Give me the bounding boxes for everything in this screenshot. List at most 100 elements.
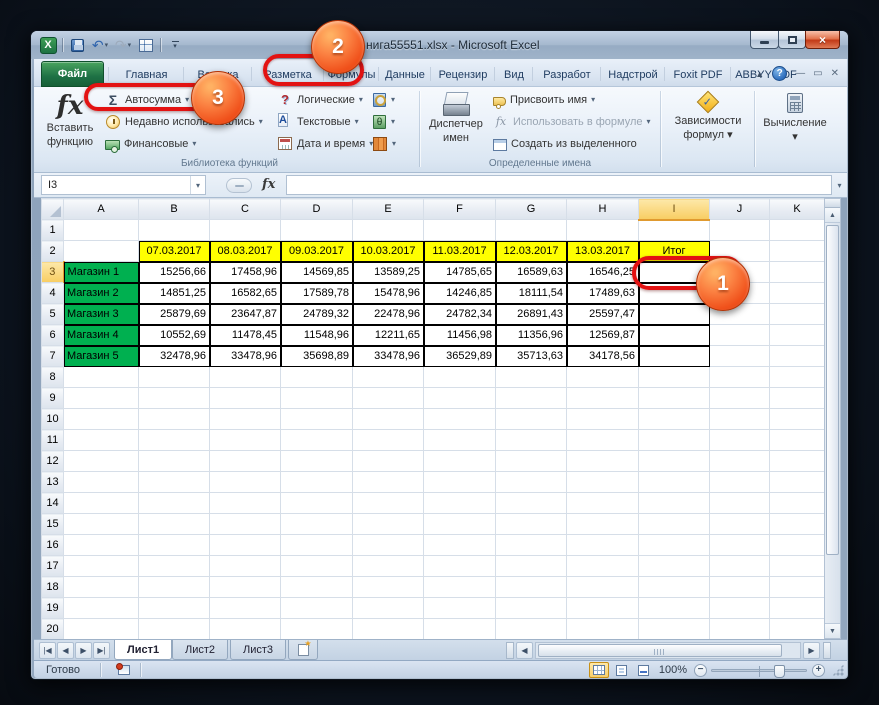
row-header-10[interactable]: 10	[42, 409, 64, 430]
cell-F17[interactable]	[424, 556, 496, 577]
cell-D1[interactable]	[281, 220, 353, 241]
cell-B4[interactable]: 14851,25	[139, 283, 210, 304]
column-header-D[interactable]: D	[281, 199, 353, 220]
cell-B16[interactable]	[139, 535, 210, 556]
cell-J17[interactable]	[710, 556, 770, 577]
cell-C17[interactable]	[210, 556, 281, 577]
cell-K4[interactable]	[770, 283, 825, 304]
horizontal-scrollbar[interactable]	[535, 642, 801, 659]
cell-E9[interactable]	[353, 388, 424, 409]
row-header-6[interactable]: 6	[42, 325, 64, 346]
row-header-8[interactable]: 8	[42, 367, 64, 388]
cell-B20[interactable]	[139, 619, 210, 640]
column-header-J[interactable]: J	[710, 199, 770, 220]
next-sheet-button[interactable]: ▶	[75, 642, 92, 659]
vertical-scroll-thumb[interactable]	[826, 225, 839, 555]
hscroll-left-icon[interactable]: ◀	[516, 642, 533, 659]
row-header-4[interactable]: 4	[42, 283, 64, 304]
formula-input[interactable]	[286, 175, 832, 195]
cell-K16[interactable]	[770, 535, 825, 556]
workbook-close-icon[interactable]: ✕	[831, 69, 839, 79]
cell-D19[interactable]	[281, 598, 353, 619]
cell-B10[interactable]	[139, 409, 210, 430]
hscroll-split-handle[interactable]	[823, 642, 831, 659]
cell-H9[interactable]	[567, 388, 639, 409]
view-normal-button[interactable]	[589, 662, 609, 678]
cell-I16[interactable]	[639, 535, 710, 556]
recently-used-button[interactable]: Недавно использовались▾	[102, 111, 266, 132]
cell-C7[interactable]: 33478,96	[210, 346, 281, 367]
cell-K5[interactable]	[770, 304, 825, 325]
column-header-G[interactable]: G	[496, 199, 567, 220]
zoom-in-button[interactable]: +	[812, 664, 825, 677]
cell-E11[interactable]	[353, 430, 424, 451]
cell-C3[interactable]: 17458,96	[210, 262, 281, 283]
cell-G2[interactable]: 12.03.2017	[496, 241, 567, 262]
cell-J20[interactable]	[710, 619, 770, 640]
tab-review[interactable]: Рецензир	[433, 63, 493, 86]
cell-D13[interactable]	[281, 472, 353, 493]
cell-I10[interactable]	[639, 409, 710, 430]
row-header-17[interactable]: 17	[42, 556, 64, 577]
row-header-19[interactable]: 19	[42, 598, 64, 619]
cell-K6[interactable]	[770, 325, 825, 346]
cell-I5[interactable]	[639, 304, 710, 325]
cell-J16[interactable]	[710, 535, 770, 556]
cell-G6[interactable]: 11356,96	[496, 325, 567, 346]
cell-G5[interactable]: 26891,43	[496, 304, 567, 325]
zoom-slider[interactable]	[711, 669, 807, 672]
cell-E15[interactable]	[353, 514, 424, 535]
tab-data[interactable]: Данные	[381, 63, 429, 86]
cell-K1[interactable]	[770, 220, 825, 241]
cell-C13[interactable]	[210, 472, 281, 493]
cell-E6[interactable]: 12211,65	[353, 325, 424, 346]
cell-E19[interactable]	[353, 598, 424, 619]
cell-H5[interactable]: 25597,47	[567, 304, 639, 325]
cell-F15[interactable]	[424, 514, 496, 535]
cell-C16[interactable]	[210, 535, 281, 556]
cell-C18[interactable]	[210, 577, 281, 598]
cell-F8[interactable]	[424, 367, 496, 388]
math-trig-button[interactable]: θ▾	[369, 111, 398, 132]
cell-A20[interactable]	[64, 619, 139, 640]
cell-E1[interactable]	[353, 220, 424, 241]
cell-J19[interactable]	[710, 598, 770, 619]
cell-K10[interactable]	[770, 409, 825, 430]
tab-addins[interactable]: Надстрой	[603, 63, 663, 86]
cell-F2[interactable]: 11.03.2017	[424, 241, 496, 262]
cell-E14[interactable]	[353, 493, 424, 514]
cell-D5[interactable]: 24789,32	[281, 304, 353, 325]
cell-H13[interactable]	[567, 472, 639, 493]
column-header-B[interactable]: B	[139, 199, 210, 220]
cell-E18[interactable]	[353, 577, 424, 598]
help-icon[interactable]: ?	[772, 66, 787, 81]
cell-F14[interactable]	[424, 493, 496, 514]
cell-C20[interactable]	[210, 619, 281, 640]
cell-A12[interactable]	[64, 451, 139, 472]
financial-button[interactable]: Финансовые▾	[102, 133, 199, 154]
cell-F9[interactable]	[424, 388, 496, 409]
column-header-H[interactable]: H	[567, 199, 639, 220]
tab-developer[interactable]: Разработ	[535, 63, 599, 86]
cell-F4[interactable]: 14246,85	[424, 283, 496, 304]
cell-D15[interactable]	[281, 514, 353, 535]
row-header-5[interactable]: 5	[42, 304, 64, 325]
cell-K13[interactable]	[770, 472, 825, 493]
cell-D18[interactable]	[281, 577, 353, 598]
cell-G15[interactable]	[496, 514, 567, 535]
tab-view[interactable]: Вид	[497, 63, 531, 86]
cell-F19[interactable]	[424, 598, 496, 619]
cell-A19[interactable]	[64, 598, 139, 619]
minimize-ribbon-icon[interactable]: ▲	[755, 69, 764, 79]
cell-G12[interactable]	[496, 451, 567, 472]
cell-J15[interactable]	[710, 514, 770, 535]
cell-E16[interactable]	[353, 535, 424, 556]
cell-J9[interactable]	[710, 388, 770, 409]
cell-B6[interactable]: 10552,69	[139, 325, 210, 346]
cell-B12[interactable]	[139, 451, 210, 472]
row-header-14[interactable]: 14	[42, 493, 64, 514]
row-header-7[interactable]: 7	[42, 346, 64, 367]
quick-table-button[interactable]	[137, 36, 155, 54]
cell-B13[interactable]	[139, 472, 210, 493]
cell-E4[interactable]: 15478,96	[353, 283, 424, 304]
